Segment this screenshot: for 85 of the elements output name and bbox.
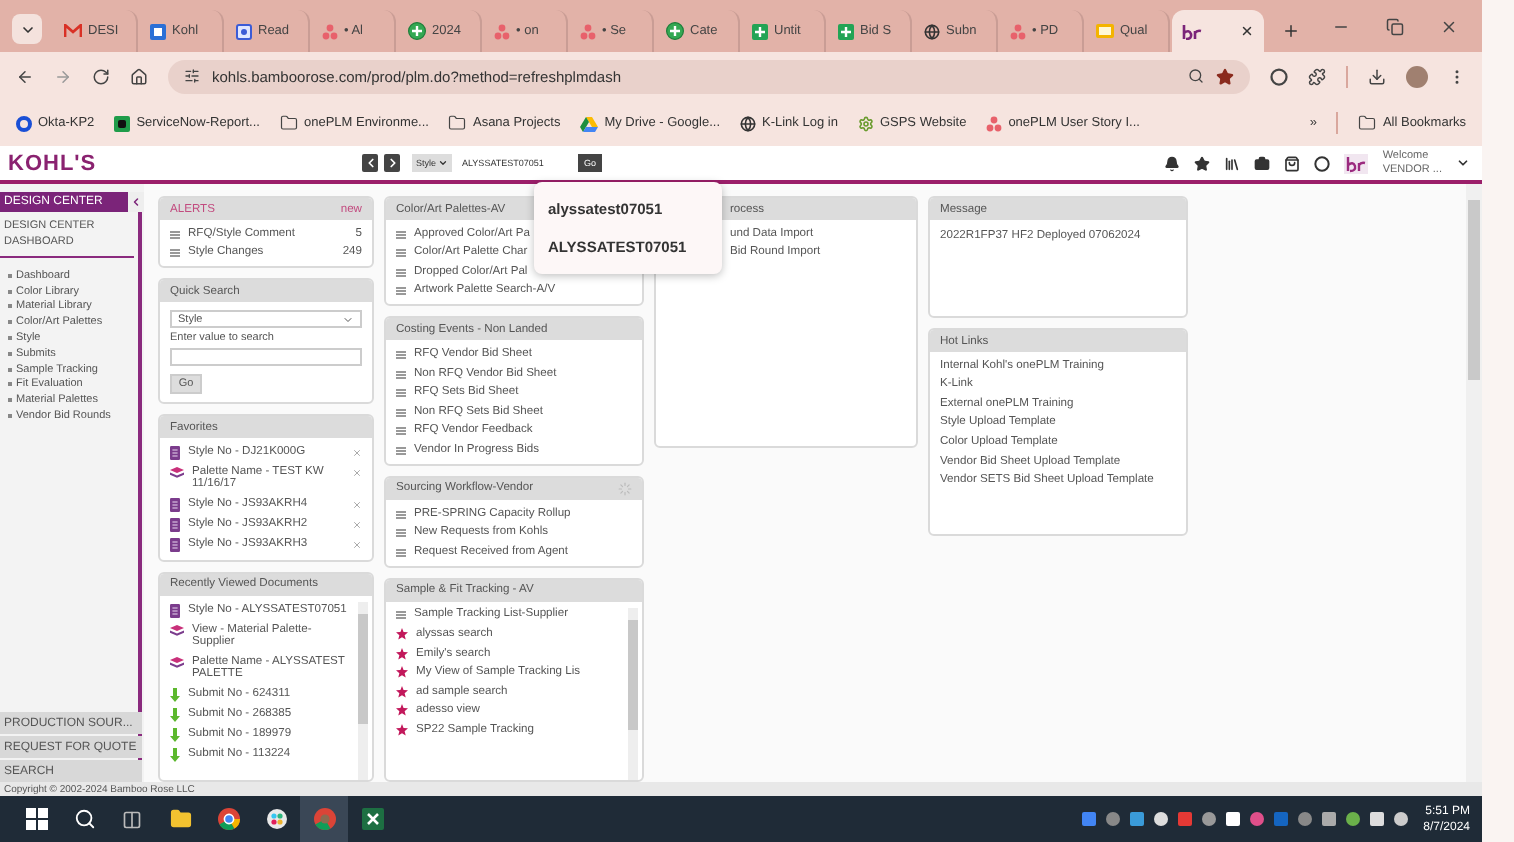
folder-icon bbox=[448, 114, 467, 132]
stack-icon bbox=[170, 465, 184, 478]
star-icon bbox=[396, 685, 408, 698]
star-icon bbox=[396, 723, 408, 736]
scrollbar[interactable] bbox=[628, 607, 638, 780]
collapse-button[interactable] bbox=[128, 192, 144, 212]
puzzle-icon[interactable] bbox=[1308, 67, 1326, 85]
scrollbar[interactable] bbox=[1466, 184, 1482, 782]
star-icon bbox=[396, 627, 408, 640]
circle-icon[interactable] bbox=[1270, 67, 1288, 85]
circle-icon[interactable] bbox=[1314, 155, 1331, 171]
list-icon bbox=[396, 229, 406, 240]
logo: KOHL'S bbox=[8, 151, 99, 175]
note-icon bbox=[1096, 24, 1114, 38]
caret-icon[interactable] bbox=[1456, 156, 1470, 170]
list-icon bbox=[170, 248, 180, 259]
logo-icon[interactable] bbox=[1344, 153, 1369, 173]
list-icon bbox=[170, 229, 180, 240]
dots-icon bbox=[494, 23, 510, 39]
list-icon bbox=[396, 286, 406, 297]
list-icon bbox=[396, 426, 406, 437]
plus-circle-icon bbox=[666, 22, 684, 40]
new-tab-icon[interactable] bbox=[1282, 22, 1300, 40]
folder-icon bbox=[279, 114, 298, 132]
avatar[interactable] bbox=[1406, 65, 1428, 87]
document-icon bbox=[170, 538, 180, 553]
dots-icon bbox=[322, 23, 338, 39]
caret-icon[interactable] bbox=[19, 21, 35, 37]
list-icon bbox=[396, 369, 406, 380]
list-icon bbox=[396, 388, 406, 399]
triangle-icon bbox=[580, 115, 599, 131]
list-icon bbox=[396, 528, 406, 539]
list-icon bbox=[396, 248, 406, 259]
globe-icon bbox=[740, 115, 756, 131]
plus-circle-icon bbox=[408, 22, 426, 40]
list-icon bbox=[396, 445, 406, 456]
dots-icon bbox=[580, 23, 596, 39]
dots-icon bbox=[1010, 23, 1026, 39]
sheet-icon bbox=[752, 23, 768, 39]
stack-icon bbox=[170, 623, 184, 636]
restore-icon[interactable] bbox=[1386, 17, 1404, 35]
star-icon bbox=[396, 647, 408, 659]
back-icon[interactable] bbox=[16, 67, 34, 85]
chevron-left-icon[interactable] bbox=[130, 196, 142, 208]
star-icon[interactable] bbox=[1194, 155, 1211, 171]
zoom-icon[interactable] bbox=[1188, 68, 1204, 84]
reload-icon[interactable] bbox=[92, 67, 110, 85]
browser-tab[interactable] bbox=[1172, 10, 1264, 52]
list-icon bbox=[396, 407, 406, 418]
stack-icon bbox=[170, 655, 184, 668]
bag-icon[interactable] bbox=[1284, 155, 1301, 171]
home-icon[interactable] bbox=[130, 67, 148, 85]
star-icon[interactable] bbox=[1216, 67, 1234, 85]
site-settings-icon[interactable] bbox=[184, 68, 200, 84]
gear-icon bbox=[857, 115, 874, 131]
ring-icon bbox=[16, 115, 32, 131]
list-icon bbox=[396, 267, 406, 278]
briefcase-icon[interactable] bbox=[1254, 155, 1271, 171]
list-icon bbox=[396, 547, 406, 558]
mail-icon bbox=[64, 24, 82, 38]
list-icon bbox=[396, 349, 406, 360]
dots-icon bbox=[986, 115, 1003, 131]
sheet-icon bbox=[838, 23, 854, 39]
close-icon[interactable] bbox=[1240, 24, 1254, 38]
reader-icon bbox=[236, 23, 252, 39]
books-icon[interactable] bbox=[1224, 155, 1241, 171]
document-icon bbox=[170, 603, 180, 618]
globe-icon bbox=[924, 23, 940, 39]
search-field[interactable] bbox=[170, 348, 362, 367]
document-icon bbox=[170, 445, 180, 460]
square-icon bbox=[114, 115, 131, 131]
caret-icon[interactable] bbox=[438, 158, 449, 168]
download-icon[interactable] bbox=[1368, 67, 1386, 85]
star-icon bbox=[396, 666, 408, 679]
close-icon[interactable] bbox=[1440, 17, 1458, 35]
scrollbar[interactable] bbox=[358, 601, 368, 780]
document-icon bbox=[170, 518, 180, 533]
document-icon bbox=[170, 497, 180, 512]
folder-icon bbox=[1358, 114, 1377, 132]
list-icon bbox=[396, 610, 406, 621]
logo-icon bbox=[1182, 23, 1202, 39]
star-icon bbox=[396, 704, 408, 717]
list-icon bbox=[396, 509, 406, 520]
bell-icon[interactable] bbox=[1164, 155, 1181, 171]
document-icon bbox=[150, 23, 166, 39]
